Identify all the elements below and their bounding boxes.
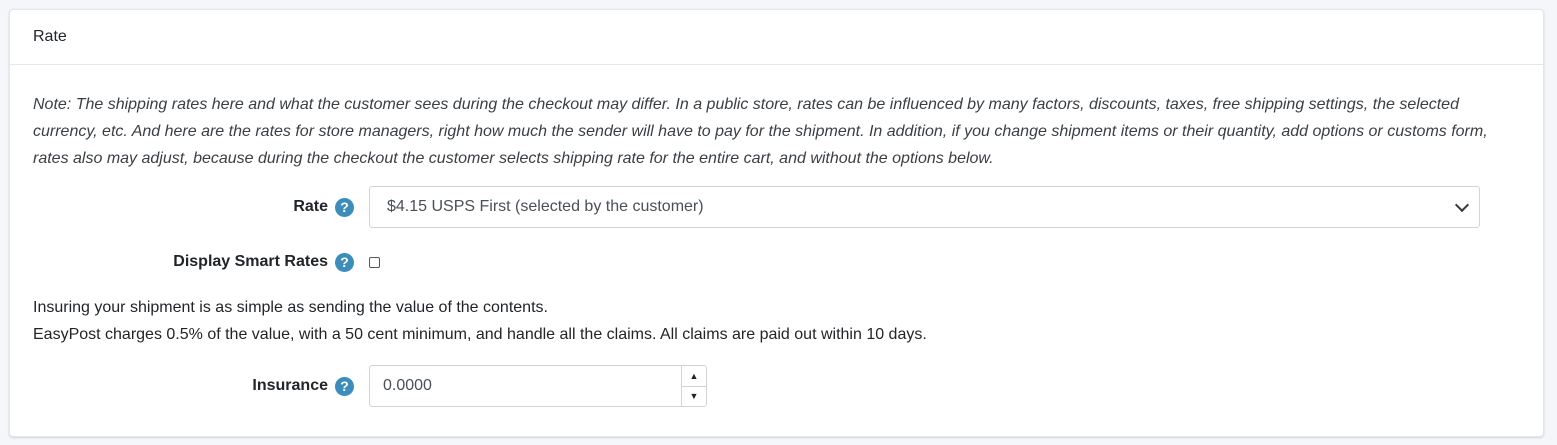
increment-arrow-icon[interactable]: ▲	[682, 366, 706, 387]
rate-select[interactable]: $4.15 USPS First (selected by the custom…	[369, 186, 1480, 228]
smart-rates-checkbox[interactable]	[369, 256, 380, 268]
insurance-value: 0.0000	[383, 377, 432, 394]
insurance-info: Insuring your shipment is as simple as s…	[33, 294, 927, 348]
chevron-down-icon	[1454, 197, 1470, 212]
insurance-info-line-2: EasyPost charges 0.5% of the value, with…	[33, 326, 927, 343]
insurance-info-line-1: Insuring your shipment is as simple as s…	[33, 299, 548, 316]
rate-selected-value: $4.15 USPS First (selected by the custom…	[387, 198, 704, 215]
insurance-label-cell: Insurance ?	[10, 376, 369, 396]
smart-rates-row: Display Smart Rates ?	[10, 252, 1545, 272]
question-circle-icon[interactable]: ?	[335, 252, 354, 272]
question-circle-icon[interactable]: ?	[335, 376, 354, 396]
rate-row: Rate ? $4.15 USPS First (selected by the…	[10, 186, 1545, 228]
question-circle-icon[interactable]: ?	[335, 197, 354, 217]
insurance-label: Insurance	[252, 377, 328, 394]
insurance-input[interactable]: 0.0000 ▲ ▼	[369, 365, 707, 407]
smart-rates-label: Display Smart Rates	[173, 253, 328, 270]
shipping-rate-note: Note: The shipping rates here and what t…	[33, 96, 1488, 167]
insurance-row: Insurance ? 0.0000 ▲ ▼	[10, 365, 1545, 407]
decrement-arrow-icon[interactable]: ▼	[682, 387, 706, 407]
insurance-stepper[interactable]: ▲ ▼	[681, 366, 706, 406]
smart-rates-label-cell: Display Smart Rates ?	[10, 252, 369, 272]
card-header: Rate	[10, 10, 1543, 65]
rate-label-cell: Rate ?	[10, 197, 369, 217]
rate-label: Rate	[293, 198, 328, 215]
card-title: Rate	[33, 28, 67, 45]
rate-card: Rate Note: The shipping rates here and w…	[9, 9, 1544, 437]
